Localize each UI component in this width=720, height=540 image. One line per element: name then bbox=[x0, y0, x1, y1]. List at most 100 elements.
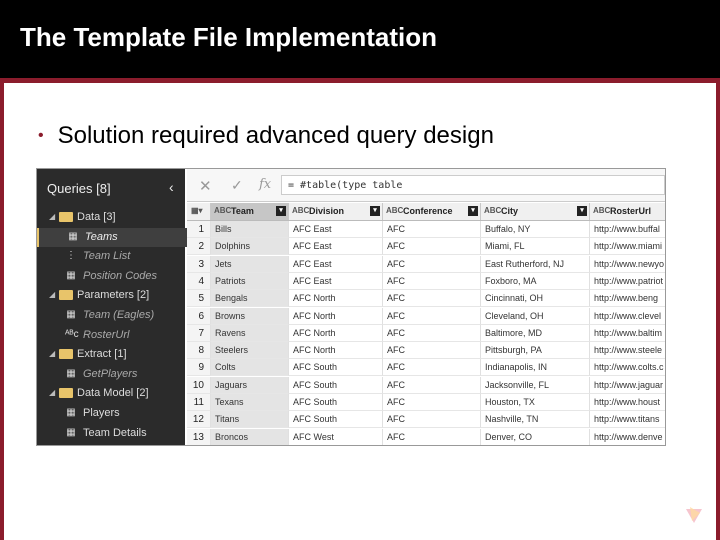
table-cell[interactable]: http://www.beng bbox=[590, 290, 665, 308]
query-item[interactable]: ▦ Team Details bbox=[37, 424, 185, 443]
row-number[interactable]: 11 bbox=[187, 394, 211, 411]
table-cell[interactable]: Patriots bbox=[211, 272, 289, 290]
column-header[interactable]: ABC Team ▾ bbox=[211, 203, 289, 220]
expand-arrow-icon[interactable]: ◢ bbox=[49, 290, 57, 299]
table-cell[interactable]: http://www.miami bbox=[590, 238, 665, 256]
table-cell[interactable]: Bengals bbox=[211, 290, 289, 308]
table-cell[interactable]: AFC bbox=[383, 324, 481, 342]
table-cell[interactable]: Pittsburgh, PA bbox=[481, 342, 590, 360]
query-item[interactable]: ᴬᴮc RosterUrl bbox=[37, 326, 185, 345]
table-cell[interactable]: AFC South bbox=[289, 411, 383, 429]
table-cell[interactable]: Colts bbox=[211, 359, 289, 377]
table-cell[interactable]: AFC North bbox=[289, 290, 383, 308]
table-cell[interactable]: AFC bbox=[383, 290, 481, 308]
table-cell[interactable]: Denver, CO bbox=[481, 428, 590, 445]
row-number[interactable]: 6 bbox=[187, 307, 211, 325]
table-cell[interactable]: Titans bbox=[211, 411, 289, 429]
table-cell[interactable]: AFC bbox=[383, 376, 481, 394]
filter-dropdown-icon[interactable]: ▾ bbox=[468, 206, 478, 216]
row-number[interactable]: 10 bbox=[187, 376, 211, 394]
query-item[interactable]: ▦ GetPlayers bbox=[37, 365, 185, 384]
table-cell[interactable]: Jets bbox=[211, 255, 289, 273]
table-cell[interactable]: Jacksonville, FL bbox=[481, 376, 590, 394]
row-number[interactable]: 8 bbox=[187, 342, 211, 360]
table-cell[interactable]: AFC South bbox=[289, 394, 383, 411]
fx-icon[interactable]: fx bbox=[259, 177, 271, 192]
filter-dropdown-icon[interactable]: ▾ bbox=[276, 206, 286, 216]
query-item[interactable]: ▦ Team (Eagles) bbox=[37, 306, 185, 325]
table-cell[interactable]: AFC South bbox=[289, 359, 383, 377]
table-cell[interactable]: AFC bbox=[383, 238, 481, 256]
query-folder[interactable]: ◢ Parameters [2] bbox=[37, 286, 185, 305]
query-item[interactable]: ▦ Teams bbox=[37, 227, 187, 247]
table-cell[interactable]: http://www.clevel bbox=[590, 308, 665, 325]
table-cell[interactable]: AFC South bbox=[289, 376, 383, 394]
expand-arrow-icon[interactable]: ◢ bbox=[49, 212, 57, 221]
table-cell[interactable]: Cincinnati, OH bbox=[481, 290, 590, 308]
table-cell[interactable]: AFC bbox=[383, 221, 481, 238]
table-cell[interactable]: Jaguars bbox=[211, 376, 289, 394]
table-cell[interactable]: http://www.patriot bbox=[590, 273, 665, 290]
chevron-left-icon[interactable]: ‹ bbox=[169, 179, 174, 195]
table-cell[interactable]: Bills bbox=[211, 221, 289, 238]
query-item[interactable]: ⋮ Team List bbox=[37, 247, 185, 266]
query-item[interactable]: ▦ Players bbox=[37, 404, 185, 423]
table-cell[interactable]: AFC East bbox=[289, 221, 383, 238]
query-folder[interactable]: ◢ Data Model [2] bbox=[37, 384, 185, 403]
row-number[interactable]: 4 bbox=[187, 272, 211, 290]
table-cell[interactable]: AFC North bbox=[289, 324, 383, 342]
table-cell[interactable]: Cleveland, OH bbox=[481, 307, 590, 325]
table-cell[interactable]: Steelers bbox=[211, 342, 289, 360]
row-number[interactable]: 13 bbox=[187, 428, 211, 445]
column-header[interactable]: ABC Conference ▾ bbox=[383, 203, 481, 220]
table-cell[interactable]: AFC East bbox=[289, 238, 383, 256]
table-cell[interactable]: AFC East bbox=[289, 255, 383, 273]
table-cell[interactable]: AFC bbox=[383, 394, 481, 411]
table-cell[interactable]: Broncos bbox=[211, 428, 289, 445]
table-cell[interactable]: AFC bbox=[383, 272, 481, 290]
query-folder[interactable]: ◢ Extract [1] bbox=[37, 345, 185, 364]
row-number[interactable]: 2 bbox=[187, 238, 211, 256]
row-number[interactable]: 5 bbox=[187, 290, 211, 308]
table-cell[interactable]: AFC bbox=[383, 342, 481, 360]
table-cell[interactable]: AFC West bbox=[289, 428, 383, 445]
table-cell[interactable]: Texans bbox=[211, 394, 289, 411]
table-cell[interactable]: Foxboro, MA bbox=[481, 272, 590, 290]
table-cell[interactable]: http://www.titans bbox=[590, 411, 665, 429]
table-cell[interactable]: East Rutherford, NJ bbox=[481, 255, 590, 273]
formula-input[interactable]: = #table(type table bbox=[281, 175, 665, 195]
query-item[interactable]: ▦ Position Codes bbox=[37, 267, 185, 286]
table-cell[interactable]: http://www.denve bbox=[590, 429, 665, 445]
column-header[interactable]: ABC Division ▾ bbox=[289, 203, 383, 220]
table-cell[interactable]: Baltimore, MD bbox=[481, 324, 590, 342]
column-header[interactable]: ABC City ▾ bbox=[481, 203, 590, 220]
table-cell[interactable]: Ravens bbox=[211, 324, 289, 342]
table-cell[interactable]: AFC North bbox=[289, 342, 383, 360]
table-cell[interactable]: Browns bbox=[211, 307, 289, 325]
table-cell[interactable]: http://www.jaguar bbox=[590, 377, 665, 394]
table-cell[interactable]: http://www.newyo bbox=[590, 256, 665, 273]
table-cell[interactable]: http://www.buffal bbox=[590, 221, 665, 238]
filter-dropdown-icon[interactable]: ▾ bbox=[577, 206, 587, 216]
table-cell[interactable]: http://www.baltim bbox=[590, 325, 665, 342]
table-cell[interactable]: Houston, TX bbox=[481, 394, 590, 411]
row-number[interactable]: 9 bbox=[187, 359, 211, 377]
table-cell[interactable]: Dolphins bbox=[211, 238, 289, 256]
check-icon[interactable]: ✓ bbox=[231, 177, 243, 194]
row-number[interactable]: 12 bbox=[187, 411, 211, 429]
table-cell[interactable]: Buffalo, NY bbox=[481, 221, 590, 238]
expand-arrow-icon[interactable]: ◢ bbox=[49, 349, 57, 358]
table-cell[interactable]: Nashville, TN bbox=[481, 411, 590, 429]
table-cell[interactable]: AFC East bbox=[289, 272, 383, 290]
filter-dropdown-icon[interactable]: ▾ bbox=[370, 206, 380, 216]
table-cell[interactable]: AFC bbox=[383, 411, 481, 429]
column-header[interactable]: ABC RosterUrl bbox=[590, 203, 665, 220]
table-cell[interactable]: http://www.colts.c bbox=[590, 359, 665, 377]
row-number[interactable]: 7 bbox=[187, 324, 211, 342]
row-number[interactable]: 3 bbox=[187, 255, 211, 273]
table-cell[interactable]: AFC North bbox=[289, 307, 383, 325]
expand-arrow-icon[interactable]: ◢ bbox=[49, 388, 57, 397]
table-cell[interactable]: AFC bbox=[383, 428, 481, 445]
table-cell[interactable]: AFC bbox=[383, 359, 481, 377]
table-cell[interactable]: Indianapolis, IN bbox=[481, 359, 590, 377]
